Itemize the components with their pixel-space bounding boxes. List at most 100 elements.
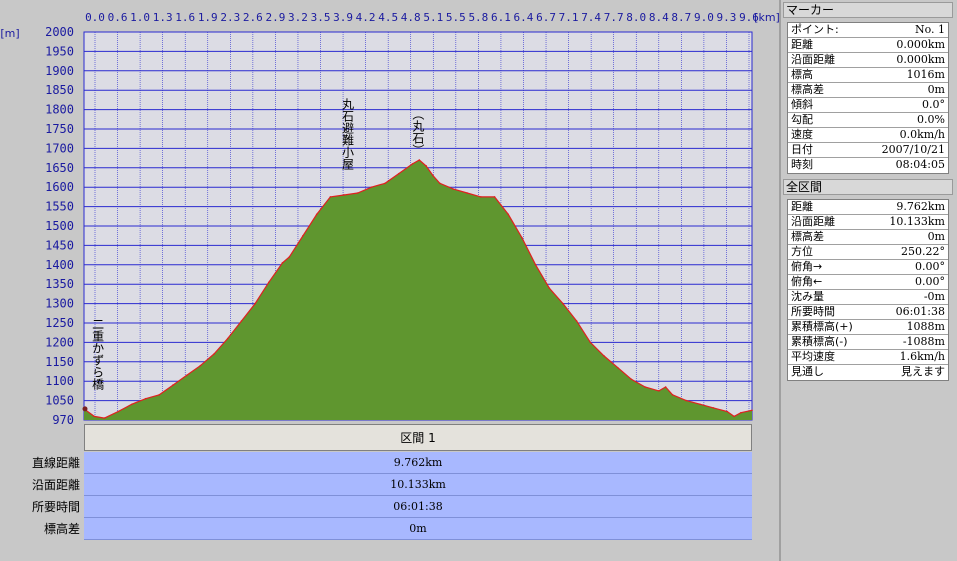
elevation-point (548, 287, 551, 289)
elevation-point (432, 174, 434, 177)
elevation-point (356, 192, 359, 194)
whole-row-label: 沈み量 (791, 290, 824, 303)
x-tick-label: 7.1 (559, 11, 579, 24)
whole-row: 標高差 0m (788, 230, 948, 245)
whole-row-label: 距離 (791, 200, 813, 213)
y-tick-label: 1100 (45, 374, 74, 388)
elevation-point (397, 172, 400, 175)
elevation-point (521, 236, 523, 239)
y-tick-label: 1400 (45, 258, 74, 272)
marker-row: 勾配 0.0% (788, 113, 948, 128)
x-tick-label: 4.2 (356, 11, 376, 24)
x-unit-label: [km] (754, 11, 780, 24)
x-tick-label: 5.5 (446, 11, 466, 24)
whole-row: 距離 9.762km (788, 200, 948, 215)
section-row: 直線距離 9.762km (0, 452, 780, 474)
x-tick-label: 6.7 (536, 11, 556, 24)
elevation-point (93, 415, 96, 418)
y-unit-label: [m] (0, 27, 19, 40)
elevation-point (664, 386, 667, 388)
marker-row-value: 08:04:05 (895, 158, 945, 171)
whole-row-value: 9.762km (896, 200, 945, 213)
elevation-point (726, 410, 729, 413)
x-tick-label: 2.3 (220, 11, 240, 24)
elevation-profile-svg[interactable]: 0.0 0.6 1.0 1.3 1.6 1.9 2.3 2.6 2.9 3.2 3.5 3.9 4.2 4… (0, 0, 780, 425)
elevation-point (644, 386, 646, 388)
y-tick-label: 2000 (45, 25, 74, 39)
elevation-point (685, 399, 687, 402)
info-sidebar: マーカー ポイント: No. 1 距離 0.000km 沿面距離 0.000km 標高 101… (781, 0, 957, 561)
elevation-point (103, 417, 106, 419)
section-header[interactable]: 区間 1 (84, 424, 752, 451)
y-tick-label: 1200 (45, 335, 74, 349)
whole-row-label: 標高差 (791, 230, 824, 243)
marker-table: ポイント: No. 1 距離 0.000km 沿面距離 0.000km 標高 1016m 標高差… (787, 22, 949, 174)
y-tick-label: 1850 (45, 83, 74, 97)
y-tick-label: 1950 (45, 44, 74, 58)
marker-row: 距離 0.000km (788, 38, 948, 53)
x-tick-label: 0.6 (108, 11, 128, 24)
waypoint-annotation: 二重かずら橋 (91, 318, 105, 391)
whole-row-value: 250.22° (901, 245, 945, 258)
elevation-point (452, 188, 455, 190)
section-row-label: 標高差 (43, 522, 80, 536)
whole-row-value: 0m (927, 230, 945, 243)
marker-row: 時刻 08:04:05 (788, 158, 948, 173)
whole-row: 俯角← 0.00° (788, 275, 948, 290)
x-tick-label: 2.9 (265, 11, 285, 24)
elevation-point (411, 163, 414, 165)
elevation-point (315, 213, 318, 216)
marker-row-value: 0.000km (896, 53, 945, 66)
marker-row-label: 日付 (791, 143, 813, 156)
elevation-point (254, 302, 256, 305)
whole-row: 見通し 見えます (788, 365, 948, 380)
whole-row-value: 1088m (906, 320, 945, 333)
elevation-point (384, 182, 386, 185)
elevation-point (302, 234, 304, 237)
elevation-point (534, 264, 537, 266)
elevation-point (370, 186, 373, 188)
x-tick-label: 5.1 (423, 11, 443, 24)
marker-row-value: 0m (927, 83, 945, 96)
elevation-point (425, 165, 427, 167)
section-row-label: 沿面距離 (31, 478, 80, 492)
whole-row-label: 俯角→ (791, 260, 823, 273)
whole-row-value: -0m (923, 290, 945, 303)
y-tick-label: 1750 (45, 122, 74, 136)
x-tick-label: 9.3 (717, 11, 737, 24)
whole-row-value: 0.00° (915, 275, 945, 288)
y-tick-label: 1250 (45, 316, 74, 330)
x-tick-label: 1.6 (175, 11, 195, 24)
elevation-point (185, 374, 188, 377)
y-tick-label: 1350 (45, 277, 74, 291)
elevation-point (493, 196, 496, 198)
whole-row: 累積標高(-) -1088m (788, 335, 948, 350)
x-tick-label: 8.0 (626, 11, 646, 24)
elevation-point (329, 196, 332, 198)
elevation-point (144, 397, 147, 400)
marker-row-value: 2007/10/21 (881, 143, 945, 156)
marker-row: 日付 2007/10/21 (788, 143, 948, 158)
x-tick-label: 4.5 (378, 11, 398, 24)
x-tick-label: 1.9 (198, 11, 218, 24)
x-tick-label: 3.2 (288, 11, 308, 24)
elevation-point (213, 353, 215, 355)
whole-table: 距離 9.762km 沿面距離 10.133km 標高差 0m 方位 250.22° 俯角→ 0.… (787, 199, 949, 381)
whole-row-label: 累積標高(-) (791, 335, 848, 348)
whole-row-value: 1.6km/h (899, 350, 945, 363)
section-row: 沿面距離 10.133km (0, 474, 780, 496)
x-tick-label: 1.3 (153, 11, 173, 24)
elevation-point (712, 407, 715, 409)
marker-row: 沿面距離 0.000km (788, 53, 948, 68)
x-tick-label: 2.6 (243, 11, 263, 24)
waypoint-annotation: （丸石） (411, 108, 425, 156)
elevation-chart[interactable]: 0.0 0.6 1.0 1.3 1.6 1.9 2.3 2.6 2.9 3.2 3.5 3.9 4.2 4… (0, 0, 780, 425)
marker-row: ポイント: No. 1 (788, 23, 948, 38)
x-tick-label: 5.8 (468, 11, 488, 24)
elevation-point (507, 213, 510, 216)
elevation-point (740, 411, 742, 414)
start-marker[interactable] (82, 406, 88, 412)
section-row-value: 9.762km (84, 452, 752, 474)
elevation-point (199, 364, 202, 367)
x-tick-label: 0.0 (85, 11, 105, 24)
